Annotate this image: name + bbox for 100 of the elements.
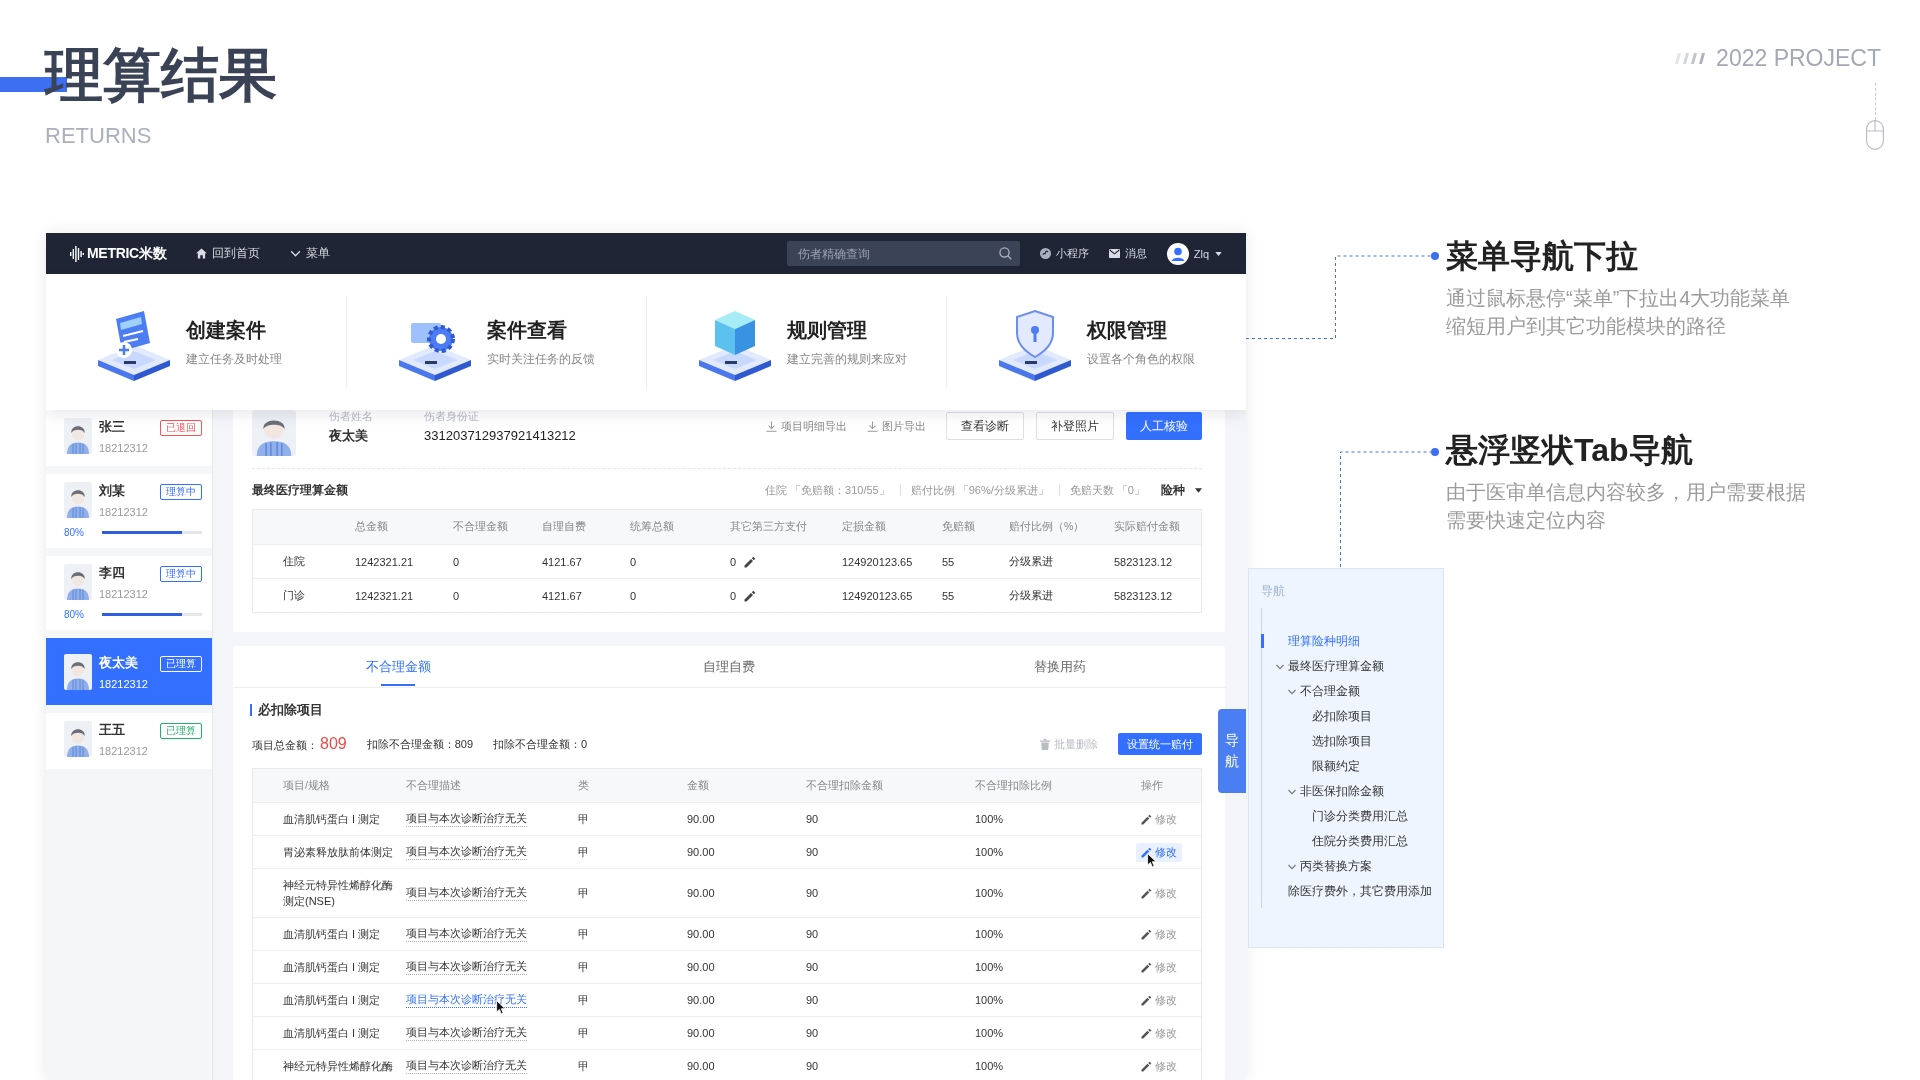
- table-cell: 甲: [578, 926, 589, 942]
- patient-name: 李四: [99, 564, 126, 582]
- table-cell: 甲: [578, 844, 589, 860]
- table-cell[interactable]: 项目与本次诊断治疗无关: [406, 811, 527, 827]
- table-cell: 100%: [975, 994, 1004, 1006]
- table-cell: 100%: [975, 887, 1004, 899]
- insurance-dropdown[interactable]: 险种: [1161, 481, 1202, 499]
- menu-item-title[interactable]: 规则管理: [787, 317, 907, 342]
- nav-tree-item[interactable]: 理算险种明细: [1261, 629, 1443, 654]
- table-cell: 90: [806, 1027, 819, 1039]
- table-cell[interactable]: 项目与本次诊断治疗无关: [406, 1025, 527, 1041]
- table-cell: 甲: [578, 885, 589, 901]
- search-icon[interactable]: [998, 247, 1012, 260]
- status-tag: 理算中: [160, 566, 202, 582]
- table-cell: 1242321.21: [355, 555, 414, 568]
- nav-tree-item[interactable]: 不合理金额: [1261, 679, 1443, 704]
- table-cell: 100%: [975, 928, 1004, 940]
- table-cell: 55: [942, 555, 955, 568]
- pen-icon[interactable]: [1141, 1027, 1152, 1039]
- column-header: 项目/规格: [283, 778, 330, 793]
- download-icon: [766, 420, 777, 432]
- export-link[interactable]: 项目明细导出: [766, 418, 847, 434]
- pen-icon[interactable]: [1141, 1060, 1152, 1072]
- pen-icon[interactable]: [1141, 928, 1152, 940]
- search-field[interactable]: 伤者精确查询: [786, 241, 1020, 266]
- nav-tree-item[interactable]: 门诊分类费用汇总: [1261, 804, 1443, 829]
- column-header: 不合理扣除金额: [806, 778, 883, 793]
- tab[interactable]: 替换用药: [894, 646, 1225, 687]
- person-avatar-icon: [64, 721, 92, 757]
- menu-item-title[interactable]: 创建案件: [186, 317, 282, 342]
- action-button[interactable]: 查看诊断: [946, 412, 1024, 440]
- table-cell[interactable]: 项目与本次诊断治疗无关: [406, 959, 527, 975]
- patient-phone: 18212312: [99, 441, 149, 456]
- menu-item-title[interactable]: 权限管理: [1087, 317, 1195, 342]
- pen-icon[interactable]: [1141, 961, 1152, 973]
- tab[interactable]: 不合理金额: [233, 646, 564, 687]
- chevron-down-icon[interactable]: [1288, 787, 1296, 796]
- edit-button[interactable]: 修改: [1136, 842, 1182, 862]
- home-link[interactable]: 回到首页: [196, 245, 261, 262]
- patient-name: 王五: [99, 721, 126, 739]
- menu-item-description: 建立完善的规则来应对: [787, 350, 907, 367]
- pen-icon[interactable]: [744, 589, 757, 602]
- table-cell: 100%: [975, 1060, 1004, 1072]
- table-cell[interactable]: 项目与本次诊断治疗无关: [406, 1058, 527, 1074]
- summary-value: 809: [454, 737, 474, 750]
- nav-tree-item[interactable]: 限额约定: [1261, 754, 1443, 779]
- nav-tree-item[interactable]: 必扣除项目: [1261, 704, 1443, 729]
- patient-list-item[interactable]: 夜太美 18212312 已理算: [46, 638, 212, 705]
- column-header: 类: [578, 778, 589, 793]
- pen-icon[interactable]: [1141, 994, 1152, 1006]
- nav-tree-item[interactable]: 非医保扣除金额: [1261, 779, 1443, 804]
- mini-program-link[interactable]: 小程序: [1039, 246, 1089, 261]
- patient-phone: 18212312: [99, 677, 149, 692]
- patient-list-item[interactable]: 刘某 18212312 理算中 80%: [46, 474, 212, 548]
- menu-item-title[interactable]: 案件查看: [487, 317, 595, 342]
- patient-name: 张三: [99, 418, 126, 436]
- status-tag: 已退回: [160, 420, 202, 436]
- table-cell: 90.00: [687, 887, 715, 899]
- pen-icon[interactable]: [1141, 813, 1152, 825]
- action-button[interactable]: 补登照片: [1036, 412, 1114, 440]
- chevron-down-icon[interactable]: [1288, 862, 1296, 871]
- user-menu[interactable]: Zlq: [1193, 247, 1222, 260]
- table-cell: 90: [806, 887, 819, 899]
- tab[interactable]: 自理自费: [563, 646, 895, 687]
- pen-icon[interactable]: [744, 555, 757, 568]
- table-cell: 门诊: [283, 588, 305, 603]
- user-avatar-icon[interactable]: [1166, 242, 1189, 265]
- patient-list-item[interactable]: 李四 18212312 理算中 80%: [46, 556, 212, 630]
- patient-name: 刘某: [99, 482, 126, 500]
- table-cell: 0: [630, 555, 637, 568]
- export-link[interactable]: 图片导出: [867, 418, 926, 434]
- pen-icon[interactable]: [1141, 887, 1152, 899]
- nav-tree-item[interactable]: 除医疗费外，其它费用添加: [1261, 879, 1443, 904]
- floating-nav-tab[interactable]: 导航: [1218, 709, 1246, 793]
- nav-tree-item[interactable]: 选扣除项目: [1261, 729, 1443, 754]
- chevron-down-icon[interactable]: [1276, 662, 1284, 671]
- primary-button[interactable]: 人工核验: [1126, 412, 1202, 440]
- table-cell: 124920123.65: [842, 589, 913, 602]
- table-cell[interactable]: 项目与本次诊断治疗无关: [406, 926, 527, 942]
- patient-list-item[interactable]: 张三 18212312 已退回: [46, 410, 212, 466]
- chevron-down-icon[interactable]: [1288, 687, 1296, 696]
- table-cell: 5823123.12: [1114, 589, 1173, 602]
- set-payment-button[interactable]: 设置统一赔付: [1118, 733, 1202, 755]
- messages-link[interactable]: 消息: [1108, 246, 1147, 261]
- nav-tree-item[interactable]: 丙类替换方案: [1261, 854, 1443, 879]
- menu-button[interactable]: 菜单: [290, 245, 331, 262]
- table-cell: 90: [806, 1060, 819, 1072]
- summary-value: 0: [581, 737, 588, 750]
- nav-tree-item[interactable]: 住院分类费用汇总: [1261, 829, 1443, 854]
- nav-tree-item[interactable]: 最终医疗理算金额: [1261, 654, 1443, 679]
- patient-list-item[interactable]: 王五 18212312 已理算: [46, 713, 212, 769]
- field-label: 伤者姓名: [329, 410, 374, 422]
- table-cell: 90.00: [687, 928, 715, 940]
- column-header: 不合理描述: [406, 778, 461, 793]
- table-cell[interactable]: 项目与本次诊断治疗无关: [406, 885, 527, 901]
- table-cell: 5823123.12: [1114, 555, 1173, 568]
- table-cell[interactable]: 项目与本次诊断治疗无关: [406, 844, 527, 860]
- summary-label: 扣除不合理金额：: [493, 736, 582, 752]
- progress-reading: 80%: [64, 526, 85, 538]
- column-header: 自理自费: [542, 520, 586, 534]
